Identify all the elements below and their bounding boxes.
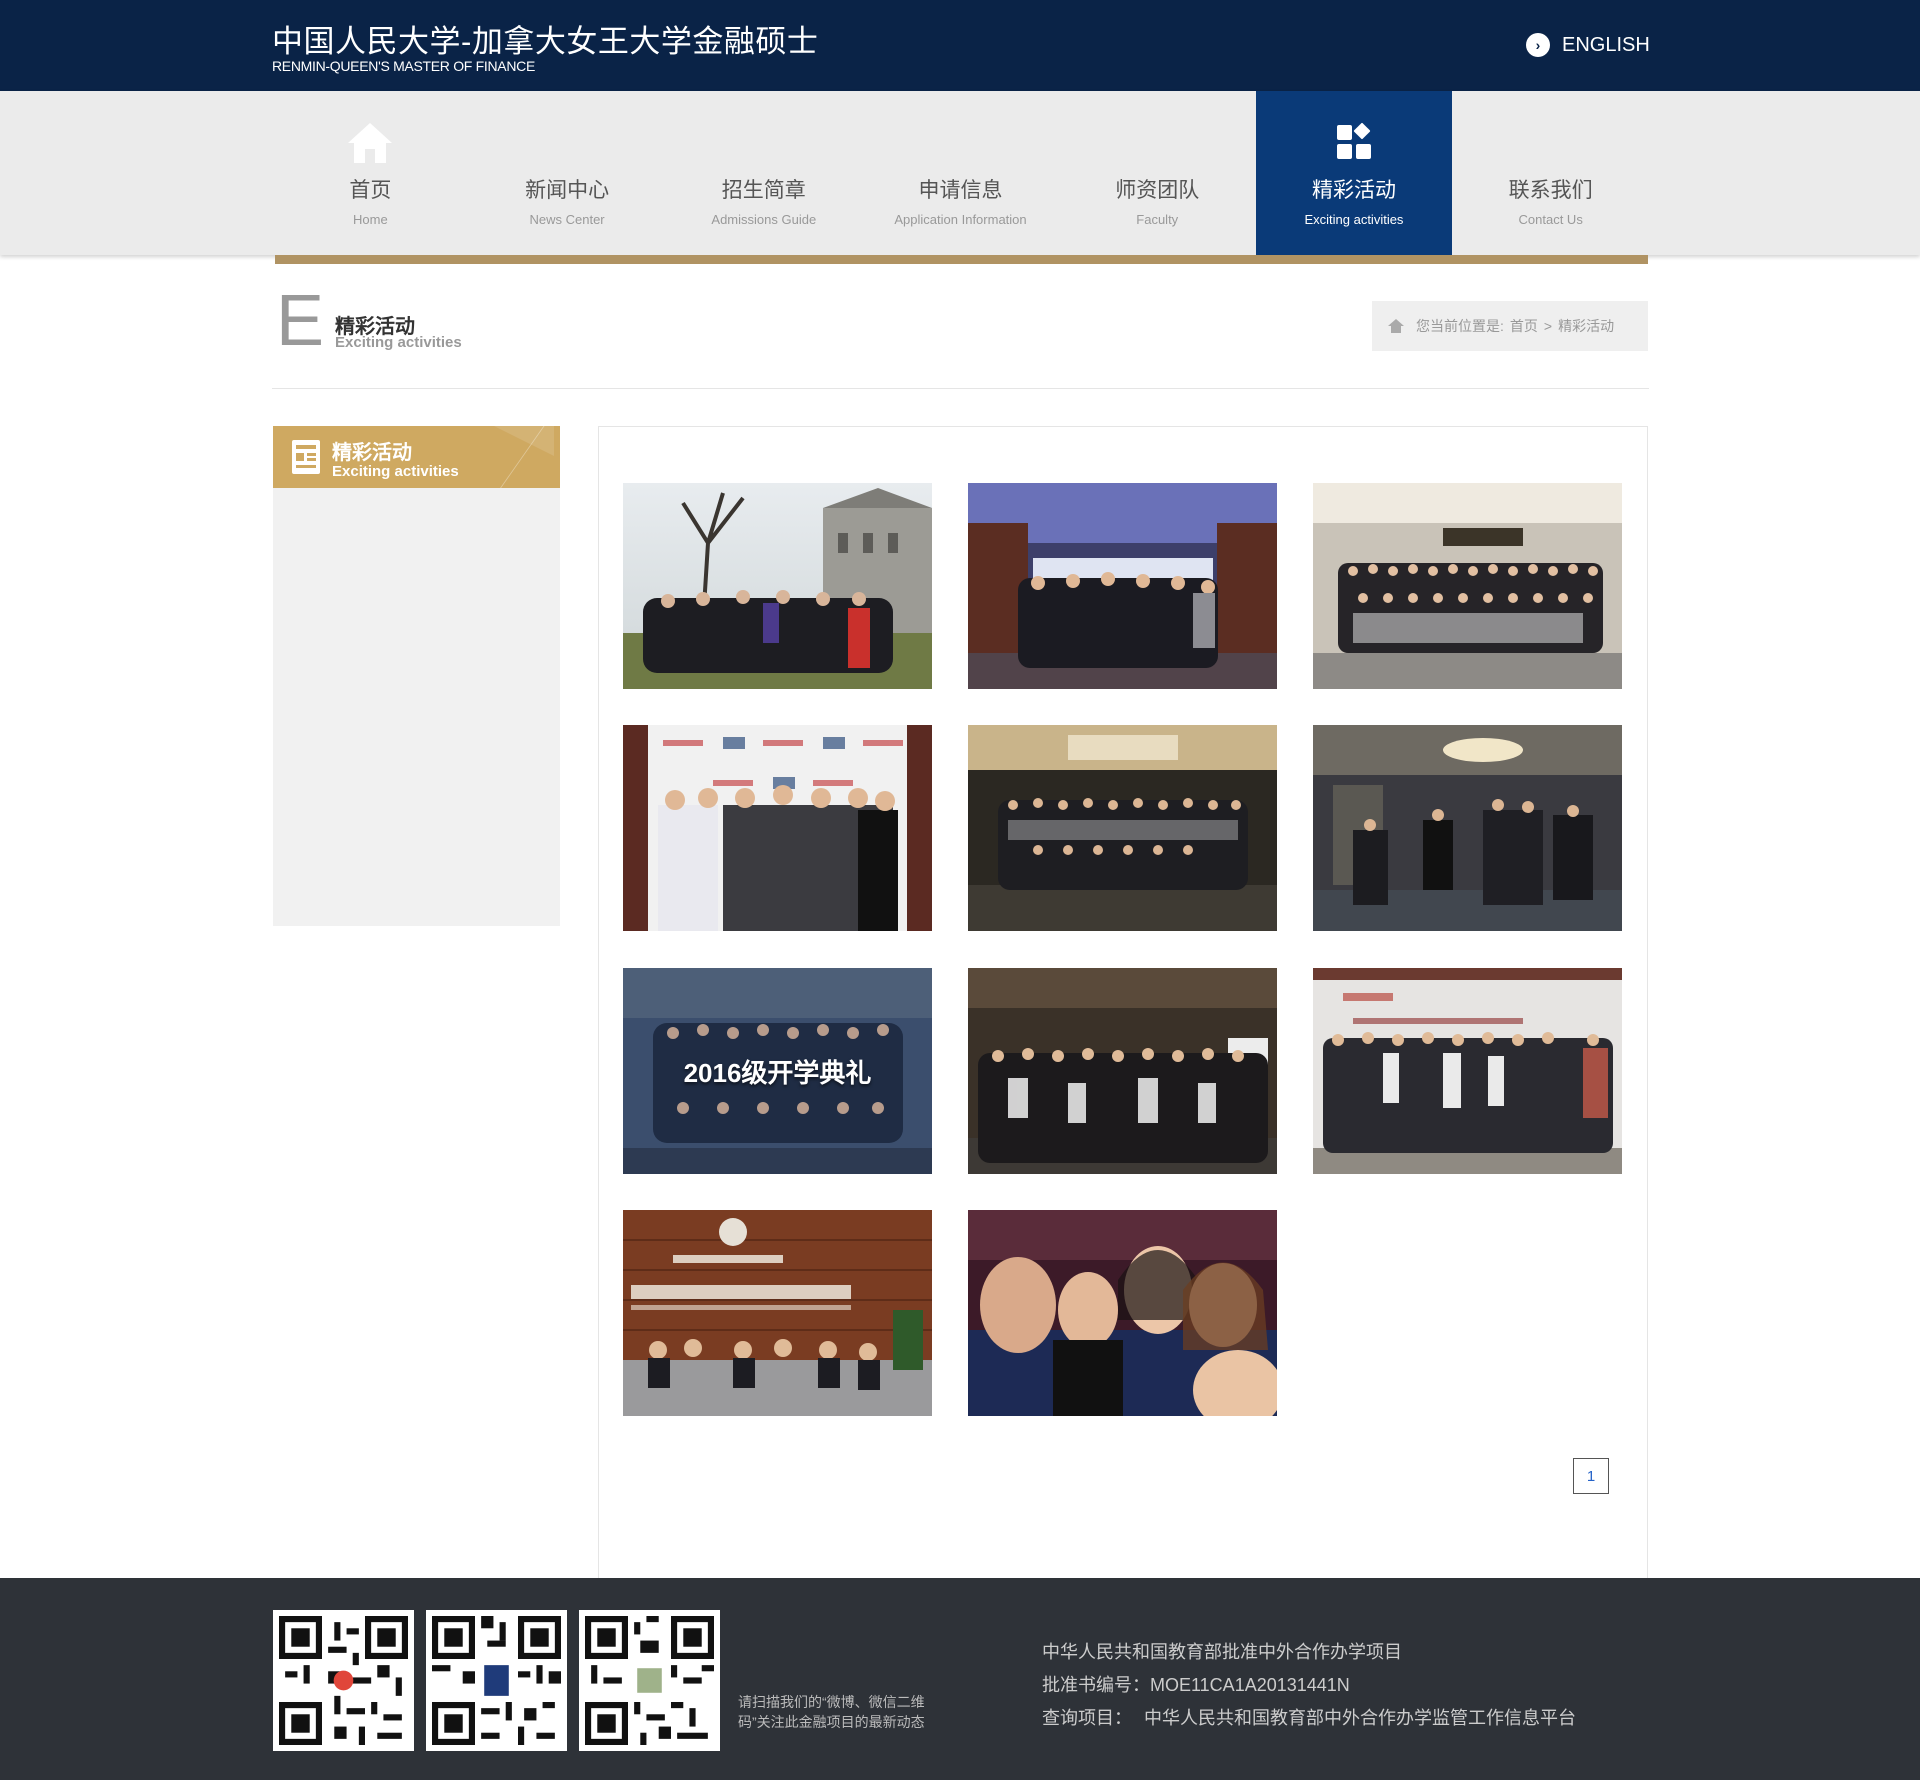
photo-image — [968, 1210, 1277, 1416]
nav-label-en: Admissions Guide — [711, 212, 817, 227]
photo-image — [968, 725, 1277, 931]
home-icon — [1388, 319, 1404, 333]
photo-image — [1313, 725, 1622, 931]
sidebar-header[interactable]: 精彩活动 Exciting activities — [273, 426, 560, 488]
main-nav: 首页 Home 新闻中心 News Center 招生简章 Admissions… — [272, 91, 1649, 255]
nav-label-zh: 申请信息 — [918, 179, 1003, 202]
activity-photo-6[interactable] — [1313, 725, 1622, 931]
activity-photo-10[interactable] — [623, 1210, 932, 1416]
site-subtitle: RENMIN-QUEEN'S MASTER OF FINANCE — [272, 58, 535, 74]
activity-photo-9[interactable] — [1313, 968, 1622, 1174]
qr-code-icon — [585, 1616, 714, 1745]
chevron-right-icon: › — [1526, 33, 1550, 57]
nav-label-zh: 精彩活动 — [1311, 179, 1396, 202]
nav-item-news[interactable]: 新闻中心 News Center — [469, 91, 666, 255]
nav-item-home[interactable]: 首页 Home — [272, 91, 469, 255]
footer-query-label: 查询项目： — [1042, 1708, 1132, 1728]
activity-photo-11[interactable] — [968, 1210, 1277, 1416]
qr-code-icon — [279, 1616, 408, 1745]
document-icon — [292, 440, 320, 474]
qr-code-icon — [432, 1616, 561, 1745]
main-navbar: 首页 Home 新闻中心 News Center 招生简章 Admissions… — [0, 91, 1920, 255]
footer-query-line: 查询项目： 中华人民共和国教育部中外合作办学监管工作信息平台 — [1042, 1704, 1576, 1730]
pagination-page-1[interactable]: 1 — [1573, 1458, 1609, 1494]
photo-caption: 2016级开学典礼 — [683, 1057, 872, 1088]
breadcrumb: 您当前位置是: 首页 > 精彩活动 — [1372, 301, 1648, 351]
breadcrumb-home-link[interactable]: 首页 — [1510, 316, 1538, 336]
nav-label-zh: 招生简章 — [721, 179, 806, 202]
breadcrumb-separator: > — [1543, 318, 1553, 334]
english-link[interactable]: › ENGLISH — [1526, 31, 1650, 59]
gold-divider — [275, 255, 1648, 264]
breadcrumb-current[interactable]: 精彩活动 — [1558, 316, 1614, 336]
nav-label-en: Application Information — [894, 212, 1027, 227]
nav-item-activities[interactable]: 精彩活动 Exciting activities — [1255, 91, 1453, 255]
nav-item-contact[interactable]: 联系我们 Contact Us — [1452, 91, 1649, 255]
photo-image — [968, 968, 1277, 1174]
nav-label-en: Faculty — [1136, 212, 1179, 227]
photo-image — [1313, 483, 1622, 689]
nav-label-zh: 首页 — [349, 179, 392, 202]
sidebar-decoration — [494, 426, 554, 456]
sidebar-title: 精彩活动 — [332, 442, 412, 464]
home-icon — [348, 123, 393, 163]
nav-item-application[interactable]: 申请信息 Application Information — [862, 91, 1059, 255]
sidebar: 精彩活动 Exciting activities — [273, 426, 560, 926]
activity-photo-4[interactable] — [623, 725, 932, 931]
activity-photo-8[interactable] — [968, 968, 1277, 1174]
nav-label-en: Exciting activities — [1304, 212, 1404, 227]
official-qr-code — [579, 1610, 720, 1751]
nav-label-zh: 新闻中心 — [525, 179, 610, 202]
heading-divider — [272, 388, 1649, 389]
english-link-label: ENGLISH — [1562, 33, 1650, 56]
nav-item-admissions[interactable]: 招生简章 Admissions Guide — [665, 91, 862, 255]
activity-photo-2[interactable] — [968, 483, 1277, 689]
photo-image — [968, 483, 1277, 689]
nav-label-en: Home — [353, 212, 388, 227]
photo-image — [1313, 968, 1622, 1174]
activity-photo-3[interactable] — [1313, 483, 1622, 689]
footer-approval-text: 中华人民共和国教育部批准中外合作办学项目 — [1042, 1642, 1402, 1662]
grid-icon — [1336, 122, 1371, 159]
top-header: 中国人民大学-加拿大女王大学金融硕士 RENMIN-QUEEN'S MASTER… — [0, 0, 1920, 91]
heading-letter: E — [276, 281, 325, 361]
nav-item-faculty[interactable]: 师资团队 Faculty — [1059, 91, 1256, 255]
nav-label-zh: 联系我们 — [1508, 179, 1593, 202]
qr-note: 请扫描我们的“微博、微信二维码”关注此金融项目的最新动态 — [738, 1694, 925, 1730]
site-title[interactable]: 中国人民大学-加拿大女王大学金融硕士 — [272, 16, 818, 61]
activity-photo-1[interactable] — [623, 483, 932, 689]
page-subtitle: Exciting activities — [335, 334, 462, 351]
photo-image — [623, 725, 932, 931]
nav-label-en: Contact Us — [1518, 212, 1583, 227]
photo-image — [623, 483, 932, 689]
activity-photo-5[interactable] — [968, 725, 1277, 931]
activity-photo-7[interactable]: 2016级开学典礼 — [623, 968, 932, 1174]
photo-image — [623, 1210, 932, 1416]
nav-label-zh: 师资团队 — [1115, 179, 1200, 202]
nav-label-en: News Center — [529, 212, 605, 227]
weibo-qr-code — [273, 1610, 414, 1751]
sidebar-subtitle: Exciting activities — [332, 463, 459, 480]
footer: 请扫描我们的“微博、微信二维码”关注此金融项目的最新动态 中华人民共和国教育部批… — [0, 1578, 1920, 1780]
breadcrumb-prefix: 您当前位置是: — [1416, 318, 1504, 334]
footer-license-number: 批准书编号：MOE11CA1A20131441N — [1042, 1675, 1350, 1695]
footer-query-link[interactable]: 中华人民共和国教育部中外合作办学监管工作信息平台 — [1144, 1708, 1576, 1728]
wechat-qr-code — [426, 1610, 567, 1751]
